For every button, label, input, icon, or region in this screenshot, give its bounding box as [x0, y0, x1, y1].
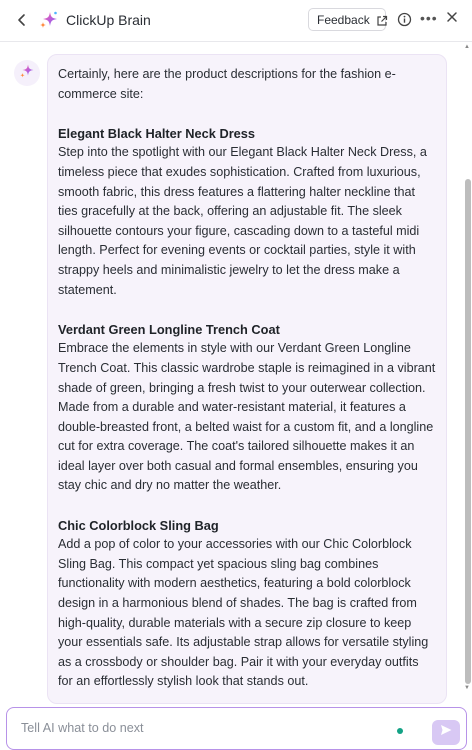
scrollbar-thumb[interactable]: [465, 179, 471, 684]
product-name: Chic Colorblock Sling Bag: [58, 517, 219, 533]
product-body: Embrace the elements in style with our V…: [58, 341, 436, 493]
more-horizontal-icon[interactable]: •••: [420, 10, 438, 26]
product-description: Elegant Black Halter Neck Dress Step int…: [58, 124, 436, 300]
feedback-button[interactable]: Feedback: [308, 8, 388, 31]
scrollbar[interactable]: ▲ ▼: [464, 44, 472, 696]
prompt-input[interactable]: [21, 718, 381, 738]
scroll-up-arrow-icon[interactable]: ▲: [464, 44, 470, 50]
message-intro: Certainly, here are the product descript…: [58, 67, 396, 101]
product-description: Verdant Green Longline Trench Coat Embra…: [58, 320, 436, 496]
status-dot: [397, 728, 403, 734]
page-title: ClickUp Brain: [66, 12, 151, 28]
sparkle-icon: [38, 9, 60, 31]
feedback-label: Feedback: [317, 12, 370, 27]
product-name: Elegant Black Halter Neck Dress: [58, 125, 256, 141]
close-icon[interactable]: [445, 10, 459, 29]
send-button[interactable]: [432, 720, 460, 745]
sparkle-icon: [19, 63, 35, 84]
ai-avatar: [14, 60, 40, 86]
external-link-icon: [376, 14, 388, 26]
send-icon: [439, 723, 453, 742]
product-description: Chic Colorblock Sling Bag Add a pop of c…: [58, 516, 436, 692]
header-bar: ClickUp Brain Feedback •••: [0, 0, 472, 42]
info-icon[interactable]: [397, 12, 412, 27]
chevron-left-icon[interactable]: [14, 12, 30, 28]
ai-message-bubble: Certainly, here are the product descript…: [47, 54, 447, 704]
product-name: Verdant Green Longline Trench Coat: [58, 321, 280, 337]
ai-message-text: Certainly, here are the product descript…: [58, 65, 436, 692]
product-body: Add a pop of color to your accessories w…: [58, 537, 429, 689]
scroll-down-arrow-icon[interactable]: ▼: [464, 685, 470, 691]
prompt-composer: [6, 707, 467, 750]
product-body: Step into the spotlight with our Elegant…: [58, 145, 427, 297]
